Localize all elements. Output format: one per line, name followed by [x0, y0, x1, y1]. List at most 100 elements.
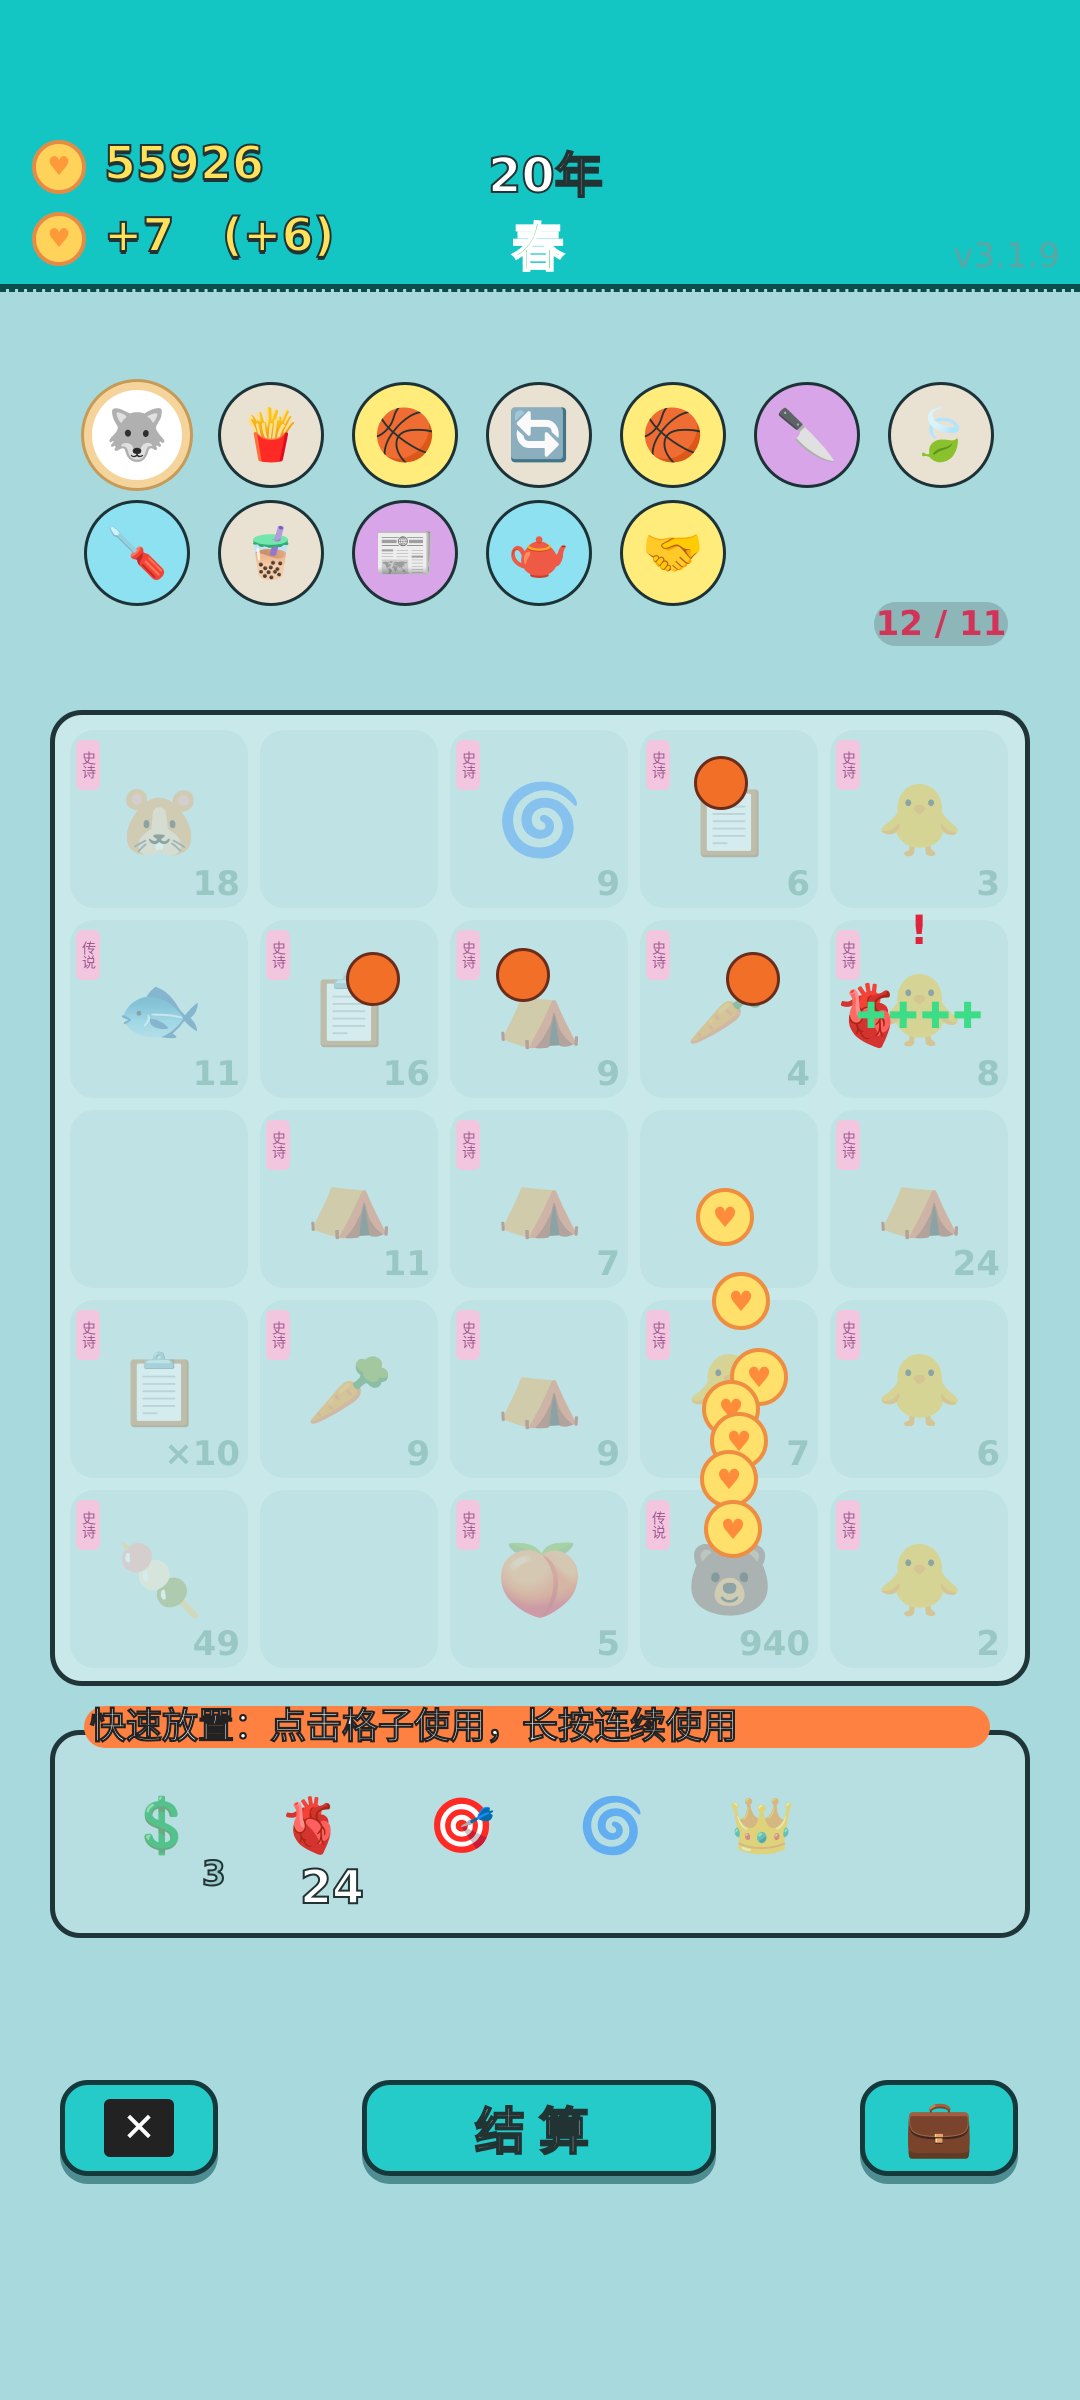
perk-slot[interactable]: 🔪: [754, 382, 860, 488]
board-cell[interactable]: 传说 🐟 11: [70, 920, 248, 1098]
perk-slot[interactable]: 🍃: [888, 382, 994, 488]
husky-dog-icon: 🐺: [105, 405, 169, 464]
cell-count: 5: [596, 1624, 620, 1664]
settle-button[interactable]: 结算: [362, 2080, 716, 2176]
year-label: 20年: [487, 147, 604, 205]
perk-slot[interactable]: 🏀: [620, 382, 726, 488]
board-cell[interactable]: 史诗 🐥 6: [830, 1300, 1008, 1478]
crown-icon: 👑: [728, 1794, 796, 1857]
basketball-icon: [496, 948, 550, 1002]
flying-coin-icon: ♥: [712, 1272, 770, 1330]
perk-slot[interactable]: 📰: [352, 500, 458, 606]
board-cell[interactable]: 史诗 ⛺ 9: [450, 920, 628, 1098]
bubble-tea-icon: 🧋: [239, 523, 303, 582]
perk-slot[interactable]: 🏀: [352, 382, 458, 488]
board-cell[interactable]: 史诗 🍡 49: [70, 1490, 248, 1668]
board-cell[interactable]: 史诗 🥕 4: [640, 920, 818, 1098]
cell-item-icon: ⛺: [876, 1158, 964, 1241]
cell-item-icon: 🐥: [876, 1538, 964, 1621]
rarity-tag: 史诗: [646, 1310, 670, 1360]
tray-item[interactable]: 🎯: [410, 1774, 514, 1878]
perk-slot[interactable]: 🍟: [218, 382, 324, 488]
briefcase-icon: 💼: [904, 2096, 974, 2161]
board-cell[interactable]: 史诗 🌀 9: [450, 730, 628, 908]
rarity-tag: 史诗: [646, 740, 670, 790]
rarity-tag: 史诗: [836, 1120, 860, 1170]
cell-item-icon: ⛺: [496, 1158, 584, 1241]
alert-icon: !: [910, 908, 929, 954]
flying-coin-icon: ♥: [704, 1500, 762, 1558]
rarity-tag: 传说: [76, 930, 100, 980]
tray-item[interactable]: 👑: [710, 1774, 814, 1878]
cell-count: 24: [952, 1244, 1000, 1284]
target-one-icon: 🎯: [428, 1794, 496, 1857]
tray-item[interactable]: 🌀: [560, 1774, 664, 1878]
perk-slot[interactable]: 🤝: [620, 500, 726, 606]
season-label: 春: [511, 218, 565, 280]
board-cell[interactable]: [260, 730, 438, 908]
cell-item-icon: 🍑: [496, 1538, 584, 1621]
board-cell[interactable]: 史诗 ⛺ 24: [830, 1110, 1008, 1288]
cell-count: 9: [596, 1434, 620, 1474]
board-cell[interactable]: 史诗 🐥 3: [830, 730, 1008, 908]
tray-item[interactable]: 💲: [110, 1774, 214, 1878]
board-cell[interactable]: 史诗 🍑 5: [450, 1490, 628, 1668]
cell-count: 3: [976, 864, 1000, 904]
perk-counter: 12 / 11: [874, 602, 1008, 646]
version-label: v3.1.9: [953, 236, 1060, 276]
bag-button[interactable]: 💼: [860, 2080, 1018, 2176]
rarity-tag: 史诗: [456, 1310, 480, 1360]
cell-count: 4: [786, 1054, 810, 1094]
cell-item-icon: 🌀: [496, 778, 584, 861]
air-pump-icon: 🪛: [105, 523, 169, 582]
rarity-tag: 史诗: [456, 930, 480, 980]
cell-count: 9: [596, 864, 620, 904]
board-cell[interactable]: 史诗 ⛺ 11: [260, 1110, 438, 1288]
rarity-tag: 史诗: [836, 1310, 860, 1360]
income-bonus: (+6): [221, 207, 336, 263]
cell-count: 6: [976, 1434, 1000, 1474]
cell-count: 6: [786, 864, 810, 904]
board-cell[interactable]: 史诗 🐥 2: [830, 1490, 1008, 1668]
board-cell[interactable]: [260, 1490, 438, 1668]
board-cell[interactable]: 史诗 ⛺ 7: [450, 1110, 628, 1288]
handshake-icon: 🤝: [641, 523, 705, 582]
perk-slot[interactable]: 🫖: [486, 500, 592, 606]
rarity-tag: 史诗: [76, 1310, 100, 1360]
recycle-arrows-icon: 🔄: [507, 405, 571, 464]
perk-slot[interactable]: 🪛: [84, 500, 190, 606]
perk-slot[interactable]: 🧋: [218, 500, 324, 606]
perk-slot[interactable]: 🐺: [84, 382, 190, 488]
cell-item-icon: 🐟: [116, 968, 204, 1051]
basketballs-icon: 🏀: [373, 405, 437, 464]
rarity-tag: 史诗: [456, 740, 480, 790]
rarity-tag: 史诗: [646, 930, 670, 980]
cell-count: 7: [786, 1434, 810, 1474]
cell-count: 11: [382, 1244, 430, 1284]
rarity-tag: 史诗: [456, 1120, 480, 1170]
dollar-coin-icon: 💲: [128, 1794, 196, 1857]
board-cell[interactable]: 史诗 📋 ×10: [70, 1300, 248, 1478]
cell-item-icon: ⛺: [306, 1158, 394, 1241]
cell-count: 9: [406, 1434, 430, 1474]
cell-count: 9: [596, 1054, 620, 1094]
basketball-icon: [346, 952, 400, 1006]
board-cell[interactable]: 史诗 📋 16: [260, 920, 438, 1098]
rarity-tag: 史诗: [836, 1500, 860, 1550]
cell-item-icon: 📋: [116, 1348, 204, 1431]
board-cell[interactable]: 史诗 🐹 18: [70, 730, 248, 908]
board-cell[interactable]: 史诗 ⛺ 9: [450, 1300, 628, 1478]
cell-item-icon: ⛺: [496, 1348, 584, 1431]
close-icon: ✕: [104, 2099, 174, 2157]
cell-count: ×10: [164, 1434, 240, 1474]
coin-total: 55926: [103, 135, 265, 191]
close-button[interactable]: ✕: [60, 2080, 218, 2176]
basketball-icon: [726, 952, 780, 1006]
income-coin-icon: ♥: [32, 212, 86, 266]
board-cell[interactable]: [70, 1110, 248, 1288]
cell-count: 8: [976, 1054, 1000, 1094]
time-magazine-icon: 📰: [373, 523, 437, 582]
perk-slot[interactable]: 🔄: [486, 382, 592, 488]
board-cell[interactable]: 史诗 🥕 9: [260, 1300, 438, 1478]
rarity-tag: 传说: [646, 1500, 670, 1550]
